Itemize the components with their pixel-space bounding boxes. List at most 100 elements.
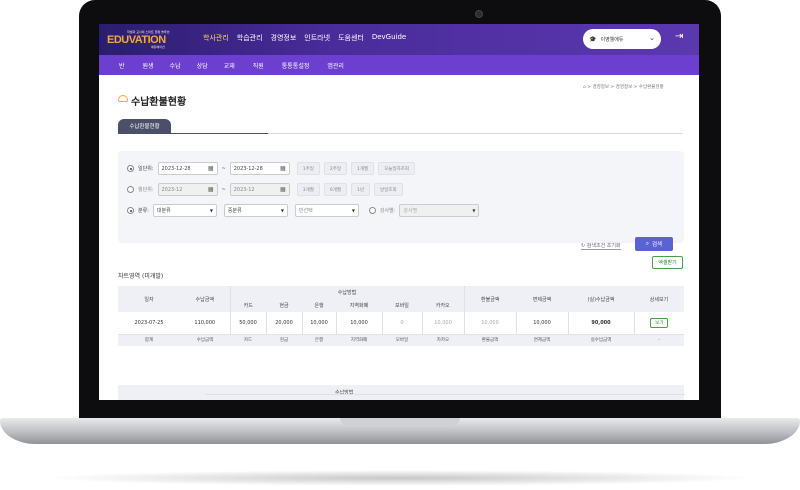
second-table-divider <box>205 394 685 395</box>
btn-1-year[interactable]: 1년 <box>351 183 371 196</box>
chevron-down-icon: ▼ <box>472 208 476 213</box>
cell-cash: 20,000 <box>265 312 302 335</box>
calendar-icon[interactable]: ▦ <box>280 186 286 193</box>
chevron-down-icon: ▼ <box>280 208 284 213</box>
footer-cash: 현금 <box>266 334 302 346</box>
subnav-staff[interactable]: 직원 <box>253 61 264 70</box>
logo-subtext: 에듀베이션 <box>151 45 165 49</box>
footer-bank: 은행 <box>302 334 336 346</box>
main-nav: 학사관리 학습관리 경영정보 인트라넷 도움센터 DevGuide <box>203 33 406 43</box>
monthly-from-input[interactable]: 2023-12 ▦ <box>157 183 218 196</box>
btn-1-week[interactable]: 1주일 <box>296 162 320 175</box>
cell-refund: 10,000 <box>463 312 516 335</box>
tab-active-underline <box>118 133 268 134</box>
app-screen: 학생과 교사의 스마트 행정 솔루션 EDUVATION 에듀베이션 학사관리 … <box>99 24 699 400</box>
second-table-header: 수납방법 <box>118 385 685 400</box>
monthly-to-input[interactable]: 2023-12 ▦ <box>229 183 290 196</box>
graduation-cap-icon: 🎓 <box>589 35 597 43</box>
footer-actual: 실수납금액 <box>568 334 634 346</box>
chevron-down-icon: ⌄ <box>649 34 655 42</box>
subnav-payments[interactable]: 수납 <box>170 61 181 70</box>
nav-item-help[interactable]: 도움센터 <box>338 33 364 43</box>
col-date: 일자 <box>118 286 180 312</box>
range-separator: ~ <box>221 186 226 193</box>
col-detail: 상세보기 <box>634 286 684 312</box>
btn-today[interactable]: 오늘일자조회 <box>378 162 416 175</box>
col-actual: (실)수납금액 <box>568 286 634 312</box>
sub-nav: 반 원생 수납 상담 교재 직원 통통통설정 앱관리 <box>119 61 344 70</box>
footer-refund: 환불금액 <box>464 334 516 346</box>
top-header: 학생과 교사의 스마트 행정 솔루션 EDUVATION 에듀베이션 학사관리 … <box>99 24 699 55</box>
col-cash: 현금 <box>266 298 302 312</box>
footer-kakao: 카카오 <box>422 334 464 346</box>
sub-nav-bar: 반 원생 수납 상담 교재 직원 통통통설정 앱관리 <box>99 55 699 75</box>
nav-item-devguide[interactable]: DevGuide <box>372 33 406 43</box>
view-detail-button[interactable]: 보기 <box>650 317 669 328</box>
subnav-students[interactable]: 원생 <box>143 61 154 70</box>
class-select[interactable]: 반선택 ▼ <box>294 204 359 217</box>
category-minor-select[interactable]: 중분류 ▼ <box>223 204 288 217</box>
logo[interactable]: 학생과 교사의 스마트 행정 솔루션 EDUVATION 에듀베이션 <box>107 30 177 50</box>
cell-total: 110,000 <box>180 312 230 335</box>
chart-area-label: 차트영역 (미개발) <box>118 273 164 280</box>
logout-icon[interactable]: ⇥ <box>675 31 683 42</box>
radio-category[interactable] <box>127 207 134 214</box>
table-footer-row: 합계 수납금액 카드 현금 은행 지역화폐 모바일 카카오 환불금액 면제금액 … <box>118 334 684 346</box>
teacher-select[interactable]: 강사명 ▼ <box>399 204 480 217</box>
category-major-select[interactable]: 대분류 ▼ <box>152 204 217 217</box>
col-discount: 면제금액 <box>516 286 568 312</box>
chevron-down-icon: ▼ <box>209 208 213 213</box>
calendar-icon[interactable]: ▦ <box>280 165 286 172</box>
subnav-materials[interactable]: 교재 <box>224 61 235 70</box>
cell-discount: 10,000 <box>515 312 568 335</box>
nav-item-learning[interactable]: 학습관리 <box>237 33 263 43</box>
col-card: 카드 <box>229 298 266 312</box>
nav-item-academic[interactable]: 학사관리 <box>203 33 229 43</box>
calendar-icon[interactable]: ▦ <box>208 186 214 193</box>
footer-card: 카드 <box>230 334 266 346</box>
radio-teacher[interactable] <box>368 207 376 214</box>
reset-filters-button[interactable]: ↻ 검색조건 초기화 <box>581 242 621 250</box>
cloud-icon <box>118 95 128 102</box>
col-method: 수납방법 <box>229 286 464 298</box>
excel-download-button[interactable]: 엑셀받기 <box>652 256 683 269</box>
laptop-shadow <box>40 470 760 486</box>
cell-date: 2023-07-25 <box>118 312 180 335</box>
radio-monthly[interactable] <box>127 186 134 193</box>
footer-label: 합계 <box>118 334 180 346</box>
nav-item-management[interactable]: 경영정보 <box>271 33 297 43</box>
footer-detail: - <box>634 334 684 346</box>
daily-from-input[interactable]: 2023-12-28 ▦ <box>157 162 218 175</box>
btn-2-weeks[interactable]: 2주일 <box>323 162 348 175</box>
range-separator: ~ <box>221 165 226 172</box>
btn-6-months[interactable]: 6개월 <box>323 183 348 196</box>
daily-label: 일단위: <box>138 166 154 172</box>
cell-local-currency: 10,000 <box>335 312 382 335</box>
subnav-class[interactable]: 반 <box>119 61 125 70</box>
payment-table: 일자 수납금액 수납방법 환불금액 면제금액 (실)수납금액 상세보기 카드 현… <box>118 286 684 346</box>
institution-select[interactable]: 🎓 이영웰에듀 ⌄ <box>583 29 661 49</box>
daily-to-input[interactable]: 2023-12-28 ▦ <box>229 162 290 175</box>
subnav-counsel[interactable]: 상담 <box>197 61 208 70</box>
btn-1-month[interactable]: 1개월 <box>351 162 375 175</box>
tab-payment-refund[interactable]: 수납환불현황 <box>118 119 171 133</box>
filter-row-category: 분류: 대분류 ▼ 중분류 ▼ 반선택 ▼ 강사별: 강사명 ▼ <box>127 204 480 217</box>
cell-card: 50,000 <box>229 312 266 335</box>
btn-this-month[interactable]: 날일조회 <box>374 183 403 196</box>
search-button[interactable]: ⌕ 검색 <box>635 237 673 251</box>
col-mobile: 모바일 <box>382 298 422 312</box>
cell-actual: 90,000 <box>567 312 634 335</box>
col-bank: 은행 <box>302 298 336 312</box>
calendar-icon[interactable]: ▦ <box>208 165 214 172</box>
nav-item-intranet[interactable]: 인트라넷 <box>304 33 330 43</box>
category-label: 분류: <box>138 208 149 214</box>
radio-daily[interactable] <box>127 165 134 172</box>
filter-row-daily: 일단위: 2023-12-28 ▦ ~ 2023-12-28 ▦ 1주일 2주일 1… <box>127 162 416 175</box>
btn-3-months[interactable]: 3개월 <box>296 183 320 196</box>
subnav-app-management[interactable]: 앱관리 <box>327 61 344 70</box>
camera-icon <box>475 10 483 18</box>
subnav-settings[interactable]: 통통통설정 <box>282 61 310 70</box>
col-refund: 환불금액 <box>463 286 516 312</box>
col-kakao: 카카오 <box>422 298 464 312</box>
footer-local-currency: 지역화폐 <box>336 334 382 346</box>
